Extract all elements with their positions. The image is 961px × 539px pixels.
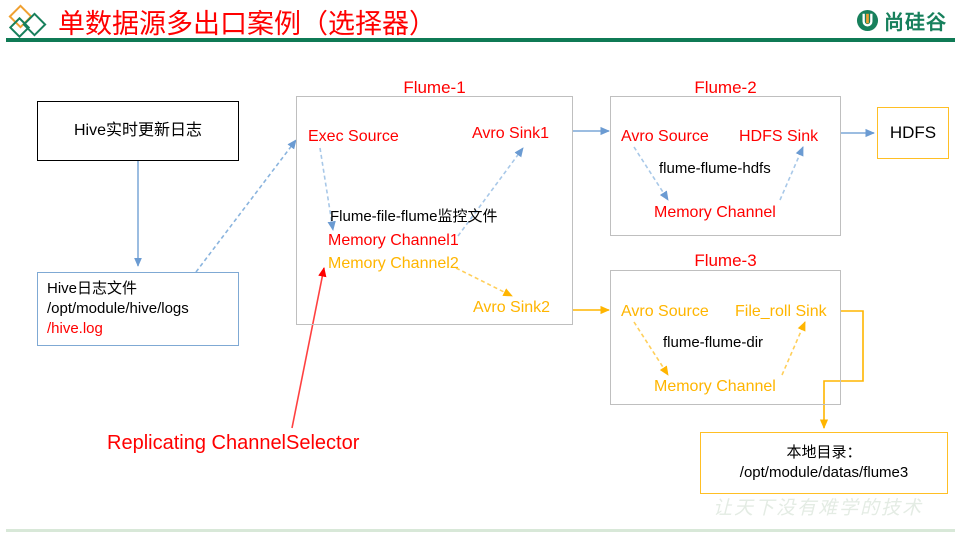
- flume1-memory-channel2-label: Memory Channel2: [328, 255, 459, 272]
- local-directory-box: 本地目录： /opt/module/datas/flume3: [700, 432, 948, 494]
- flume2-title: Flume-2: [694, 78, 757, 97]
- page-title: 单数据源多出口案例（选择器）: [58, 9, 436, 39]
- footer-divider: [6, 529, 955, 532]
- flume2-avro-source-label: Avro Source: [621, 128, 709, 145]
- hive-logfile-line3: /hive.log: [47, 320, 103, 338]
- flume2-config-name-label: flume-flume-hdfs: [659, 160, 771, 177]
- channel-selector-annotation: Replicating ChannelSelector: [107, 432, 360, 454]
- local-directory-line2: /opt/module/datas/flume3: [739, 464, 909, 481]
- hive-logfile-line1: Hive日志文件: [47, 279, 138, 297]
- flume3-config-name-label: flume-flume-dir: [663, 334, 764, 351]
- flume1-memory-channel1-label: Memory Channel1: [328, 232, 459, 249]
- flume2-memory-channel-label: Memory Channel: [654, 204, 776, 221]
- slide-header: 单数据源多出口案例（选择器） 尚硅谷: [0, 0, 961, 44]
- flume1-title: Flume-1: [403, 78, 466, 97]
- hdfs-label: HDFS: [889, 122, 937, 142]
- hive-logfile-line2: /opt/module/hive/logs: [47, 299, 189, 317]
- hive-source-label: Hive实时更新日志: [73, 122, 202, 140]
- double-diamond-icon: [8, 4, 47, 38]
- flume3-title: Flume-3: [694, 251, 757, 270]
- flume1-exec-source-label: Exec Source: [308, 128, 399, 145]
- flume3-avro-source-label: Avro Source: [621, 303, 709, 320]
- flume3-file-roll-sink-label: File_roll Sink: [735, 303, 827, 320]
- brand-name: 尚硅谷: [884, 12, 947, 34]
- flume1-config-name-label: Flume-file-flume监控文件: [330, 208, 498, 225]
- brand-logo: 尚硅谷: [856, 6, 947, 35]
- flume1-avro-sink1-label: Avro Sink1: [472, 125, 550, 142]
- local-directory-line1: 本地目录：: [786, 443, 862, 461]
- flume2-hdfs-sink-label: HDFS Sink: [739, 128, 819, 145]
- u-circle-icon: [856, 9, 879, 32]
- flume1-avro-sink2-label: Avro Sink2: [473, 299, 551, 316]
- watermark-text: 让天下没有难学的技术: [712, 498, 923, 519]
- hive-source-box: Hive实时更新日志: [37, 101, 239, 161]
- header-divider: [6, 38, 955, 42]
- hive-logfile-box: Hive日志文件 /opt/module/hive/logs /hive.log: [37, 272, 239, 346]
- hdfs-box: HDFS: [877, 107, 949, 159]
- flume3-memory-channel-label: Memory Channel: [654, 378, 776, 395]
